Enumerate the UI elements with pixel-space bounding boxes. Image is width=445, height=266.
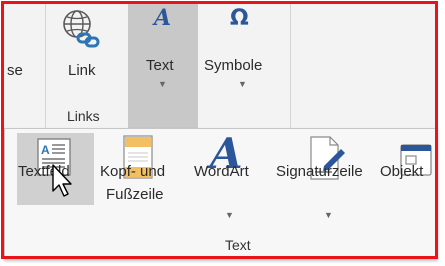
chevron-down-icon: ▼ bbox=[238, 79, 247, 89]
text-group-label: Text bbox=[225, 237, 251, 253]
kopf-und-fusszeile-label-line2: Fußzeile bbox=[106, 186, 164, 203]
objekt-button[interactable]: Objekt bbox=[380, 133, 438, 243]
objekt-label: Objekt bbox=[380, 163, 424, 180]
links-group-label: Links bbox=[67, 108, 100, 124]
kopf-und-fusszeile-button[interactable]: Kopf- und Fußzeile bbox=[99, 133, 185, 243]
mouse-cursor-icon bbox=[52, 164, 72, 197]
signaturzeile-label: Signaturzeile bbox=[276, 163, 363, 180]
symbole-button[interactable]: Ω Symbole ▼ bbox=[200, 4, 290, 94]
wordart-button[interactable]: A WordArt ▼ bbox=[194, 131, 268, 243]
signaturzeile-button[interactable]: Signaturzeile ▼ bbox=[272, 133, 380, 243]
globe-link-icon bbox=[63, 10, 100, 48]
chevron-down-icon: ▼ bbox=[225, 210, 234, 220]
symbole-button-label: Symbole bbox=[204, 57, 263, 74]
text-button-label: Text bbox=[146, 57, 174, 74]
ribbon-separator bbox=[45, 4, 46, 130]
link-button-label: Link bbox=[68, 62, 96, 79]
partial-button-label[interactable]: se bbox=[7, 62, 23, 79]
text-button[interactable]: A Text ▼ bbox=[128, 4, 198, 130]
chevron-down-icon: ▼ bbox=[324, 210, 333, 220]
chevron-down-icon: ▼ bbox=[158, 79, 167, 89]
omega-icon: Ω bbox=[230, 6, 249, 31]
wordart-a-icon: A bbox=[154, 5, 172, 31]
ribbon-separator bbox=[290, 4, 291, 130]
kopf-und-fusszeile-label-line1: Kopf- und bbox=[100, 163, 166, 180]
svg-text:A: A bbox=[41, 143, 50, 157]
link-button[interactable]: Link bbox=[55, 4, 125, 94]
wordart-label: WordArt bbox=[194, 163, 249, 180]
